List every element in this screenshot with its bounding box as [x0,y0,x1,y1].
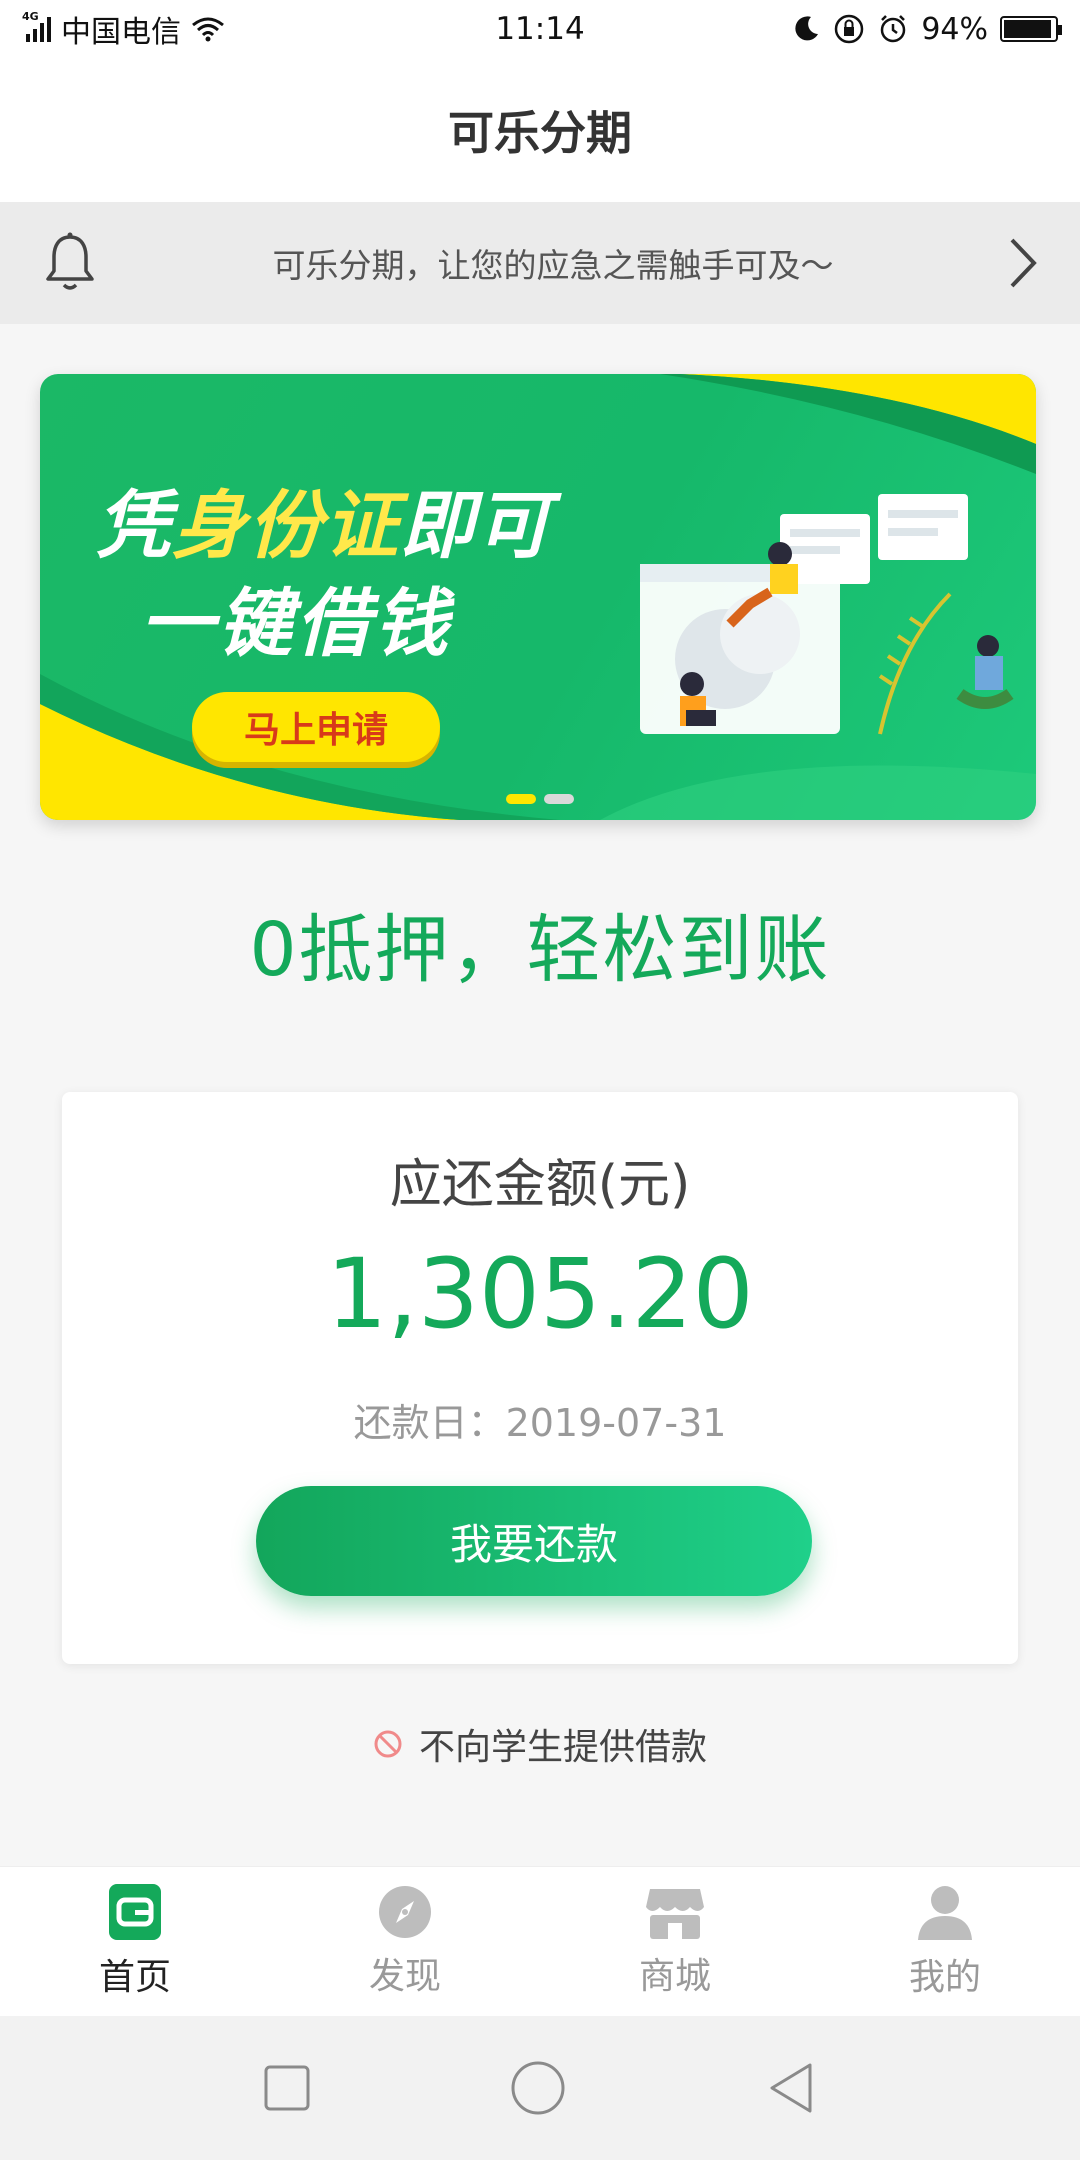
system-nav-bar [0,2016,1080,2160]
bell-icon [46,232,94,290]
banner-illustration [640,494,1014,735]
wifi-icon [192,17,224,42]
tab-mine[interactable]: 我的 [810,1867,1080,2016]
carousel-indicator [506,794,574,804]
back-button[interactable] [766,2061,816,2115]
battery-percent: 94% [921,11,988,47]
rotation-lock-icon [835,14,864,44]
tab-discover[interactable]: 发现 [270,1867,540,2016]
prohibited-icon [374,1730,402,1758]
bottom-tab-bar: 首页 发现 商城 我的 [0,1866,1080,2016]
carousel-dot[interactable] [506,794,536,804]
status-time: 11:14 [495,11,585,47]
notice-bar[interactable]: 可乐分期，让您的应急之需触手可及～ [0,202,1080,324]
battery-fill [1004,20,1051,38]
student-notice-text: 不向学生提供借款 [418,1727,707,1768]
network-type: 4G [22,10,39,23]
tab-label: 我的 [908,1956,981,1998]
banner-headline-1: 凭身份证即可 [96,483,552,569]
moon-icon [795,16,819,41]
promo-banner[interactable]: 凭身份证即可 一键借钱 马上申请 [40,374,1036,820]
repay-button[interactable]: 我要还款 [256,1486,812,1596]
amount-due-value: 1,305.20 [326,1238,754,1350]
banner-headline-2: 一键借钱 [140,581,452,667]
amount-due-label: 应还金额(元) [389,1155,691,1215]
student-notice: 不向学生提供借款 [0,1718,1080,1770]
status-bar: 4G 中国电信 11:14 94% [0,0,1080,58]
tab-mall[interactable]: 商城 [540,1867,810,2016]
carrier-name: 中国电信 [61,15,181,50]
home-button[interactable] [510,2060,566,2116]
user-icon [918,1885,972,1940]
tab-label: 首页 [98,1956,171,1998]
alarm-icon [881,15,906,43]
apply-now-button[interactable]: 马上申请 [192,692,440,762]
carousel-dot[interactable] [544,794,574,804]
chevron-right-icon[interactable] [1006,236,1040,290]
signal-icon: 4G [22,10,51,42]
tab-home[interactable]: 首页 [0,1867,270,2016]
repayment-card: 应还金额(元) 1,305.20 还款日：2019-07-31 我要还款 [62,1092,1018,1664]
tab-label: 商城 [638,1955,711,1997]
due-date: 还款日：2019-07-31 [353,1401,727,1445]
battery-icon [1000,16,1062,42]
page-title: 可乐分期 [0,58,1080,202]
recent-apps-button[interactable] [264,2065,310,2111]
slogan: 0抵押，轻松到账 [249,907,831,993]
tab-label: 发现 [368,1955,441,1997]
store-icon [646,1888,704,1939]
notice-text: 可乐分期，让您的应急之需触手可及～ [272,246,834,285]
wallet-icon [109,1883,161,1940]
compass-icon [379,1885,431,1938]
